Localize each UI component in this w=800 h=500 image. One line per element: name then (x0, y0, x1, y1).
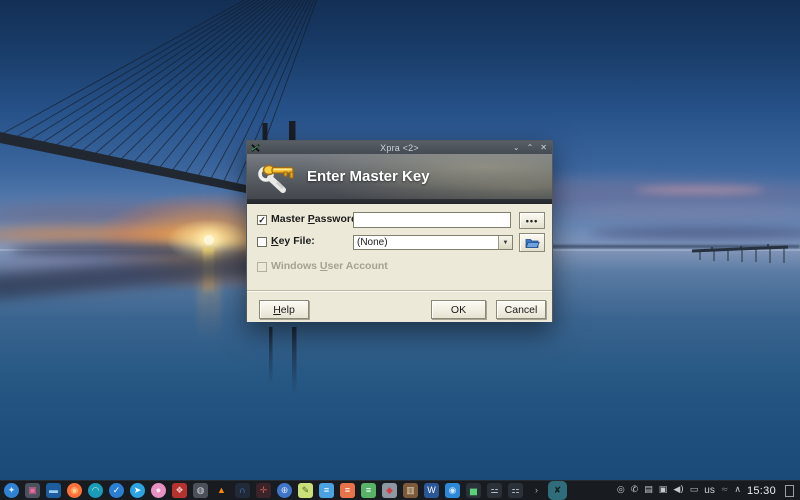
screenshot-tray-icon[interactable]: ▣ (659, 486, 668, 495)
cloud (635, 186, 765, 194)
master-password-input[interactable] (353, 212, 511, 228)
clock[interactable]: 15:30 (747, 485, 776, 497)
sync-check-icon[interactable]: ✓ (109, 483, 124, 498)
close-button[interactable]: ✕ (540, 143, 547, 153)
wallpaper-distant-land (545, 245, 800, 248)
button-separator (247, 290, 552, 292)
edge-icon[interactable]: ◠ (88, 483, 103, 498)
screencast-tray-icon[interactable]: ◎ (617, 486, 625, 495)
photos-app-icon[interactable]: ◉ (445, 483, 460, 498)
key-file-value: (None) (354, 237, 498, 248)
maximize-button[interactable]: ⌃ (527, 143, 534, 153)
system-tray: ◎ ✆ ▤ ▣ ◀) ▭ us ≈ ∧ 15:30 (617, 485, 800, 497)
enter-master-key-dialog: Xpra <2> ⌄ ⌃ ✕ Enter Master Key (246, 140, 553, 322)
xpra-task-icon[interactable]: ✘ (550, 483, 565, 498)
notes-app-icon[interactable]: ✎ (298, 483, 313, 498)
sun (204, 235, 214, 245)
open-folder-icon (525, 237, 540, 249)
telegram-icon[interactable]: ➤ (130, 483, 145, 498)
master-password-label: Master Password: (271, 213, 361, 225)
key-file-dropdown[interactable]: (None) ▼ (353, 235, 513, 250)
tray-icons: ◎ ✆ ▤ ▣ ◀) ▭ (617, 486, 698, 495)
taskbar: ✦ ▣ ▬ ◉ ◠ ✓ ➤ ● ❖ ◍ ▲ ∩ ✛ ⊕ ✎ ≡ ≡ ≡ ◆ ▥ W ◉ ▅ ⚍ ⚏ › ✘ ◎ ✆ ▤ ▣ ◀) ▭ us ≈… (0, 480, 800, 500)
desktop: Xpra <2> ⌄ ⌃ ✕ Enter Master Key (0, 0, 800, 500)
firefox-icon[interactable]: ◉ (67, 483, 82, 498)
doc-blue-icon[interactable]: ≡ (319, 483, 334, 498)
tray-expand-icon[interactable]: ∧ (734, 486, 741, 495)
windows-account-label: Windows User Account (271, 260, 388, 272)
toggles-icon[interactable]: ⚏ (508, 483, 523, 498)
key-icon (257, 161, 297, 193)
keyboard-tray-icon[interactable]: ▭ (690, 486, 699, 495)
key-file-label: Key File: (271, 235, 315, 247)
screen-recorder-icon[interactable]: ▣ (25, 483, 40, 498)
master-password-checkbox[interactable] (257, 215, 267, 225)
system-monitor-icon[interactable]: ▅ (466, 483, 481, 498)
taskbar-launchers: ✦ ▣ ▬ ◉ ◠ ✓ ➤ ● ❖ ◍ ▲ ∩ ✛ ⊕ ✎ ≡ ≡ ≡ ◆ ▥ W ◉ ▅ ⚍ ⚏ › ✘ (0, 483, 565, 498)
dialog-body: Master Password: ••• Key File: (None) ▼ … (247, 204, 552, 322)
overflow-chevron-icon[interactable]: › (529, 483, 544, 498)
cancel-button[interactable]: Cancel (496, 300, 546, 319)
browse-key-file-button[interactable] (519, 233, 545, 252)
globe-browser-icon[interactable]: ⊕ (277, 483, 292, 498)
pdf-viewer-icon[interactable]: ◆ (382, 483, 397, 498)
volume-tray-icon[interactable]: ◀) (673, 486, 683, 495)
window-title: Xpra <2> (247, 143, 552, 153)
doc-green-icon[interactable]: ≡ (361, 483, 376, 498)
ok-button[interactable]: OK (431, 300, 486, 319)
dropdown-arrow-icon[interactable]: ▼ (498, 236, 512, 249)
file-manager-icon[interactable]: ▬ (46, 483, 61, 498)
sliders-icon[interactable]: ⚍ (487, 483, 502, 498)
clipboard-tray-icon[interactable]: ▤ (644, 486, 653, 495)
word-app-icon[interactable]: W (424, 483, 439, 498)
key-file-checkbox[interactable] (257, 237, 267, 247)
show-desktop-button[interactable] (785, 485, 794, 497)
vlc-icon[interactable]: ▲ (214, 483, 229, 498)
headphones-icon[interactable]: ∩ (235, 483, 250, 498)
wifi-icon[interactable]: ≈ (721, 486, 729, 495)
pink-app-icon[interactable]: ● (151, 483, 166, 498)
dialog-banner: Enter Master Key (247, 154, 552, 199)
app-launcher-icon[interactable]: ✦ (4, 483, 19, 498)
doc-orange-icon[interactable]: ≡ (340, 483, 355, 498)
media-tools-icon[interactable]: ✛ (256, 483, 271, 498)
red-app-icon[interactable]: ❖ (172, 483, 187, 498)
dialog-heading: Enter Master Key (307, 168, 430, 185)
help-button[interactable]: Help (259, 300, 309, 319)
minimize-button[interactable]: ⌄ (513, 143, 520, 153)
window-titlebar[interactable]: Xpra <2> ⌄ ⌃ ✕ (247, 141, 552, 154)
windows-account-checkbox (257, 262, 267, 272)
keyboard-layout-indicator[interactable]: us (704, 485, 715, 496)
phone-tray-icon[interactable]: ✆ (631, 486, 639, 495)
gimp-icon[interactable]: ◍ (193, 483, 208, 498)
show-password-button[interactable]: ••• (519, 212, 545, 229)
library-icon[interactable]: ▥ (403, 483, 418, 498)
